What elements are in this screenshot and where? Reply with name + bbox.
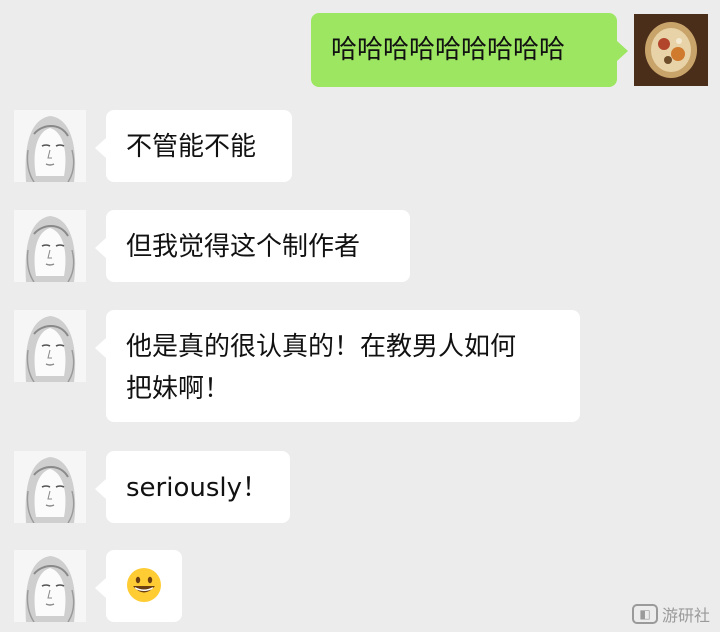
contact-avatar[interactable] [14, 451, 86, 523]
message-text-line: 他是真的很认真的！在教男人如何 [126, 332, 517, 362]
message-text: seriously！ [126, 473, 268, 503]
message-text: 但我觉得这个制作者 [126, 232, 361, 262]
my-avatar[interactable] [634, 14, 708, 86]
watermark-text: 游研社 [661, 606, 710, 625]
contact-avatar[interactable] [14, 550, 86, 622]
message-bubble-incoming[interactable]: 他是真的很认真的！在教男人如何 把妹啊！ [95, 310, 580, 422]
message-text: 哈哈哈哈哈哈哈哈哈 [331, 35, 566, 65]
message-text: 不管能不能 [126, 132, 257, 162]
watermark: ◧ 游研社 [631, 602, 710, 626]
message-bubble-incoming[interactable]: 但我觉得这个制作者 [95, 210, 410, 282]
contact-avatar[interactable] [14, 210, 86, 282]
contact-avatar[interactable] [14, 310, 86, 382]
contact-avatar[interactable] [14, 110, 86, 182]
message-bubble-incoming[interactable]: 不管能不能 [95, 110, 292, 182]
message-bubble-incoming[interactable] [95, 550, 182, 622]
grinning-face-emoji [126, 567, 162, 603]
message-bubble-incoming[interactable]: seriously！ [95, 451, 290, 523]
message-text-line: 把妹啊！ [126, 374, 231, 404]
message-bubble-outgoing[interactable]: 哈哈哈哈哈哈哈哈哈 [311, 13, 628, 87]
game-controller-icon: ◧ [631, 604, 658, 624]
